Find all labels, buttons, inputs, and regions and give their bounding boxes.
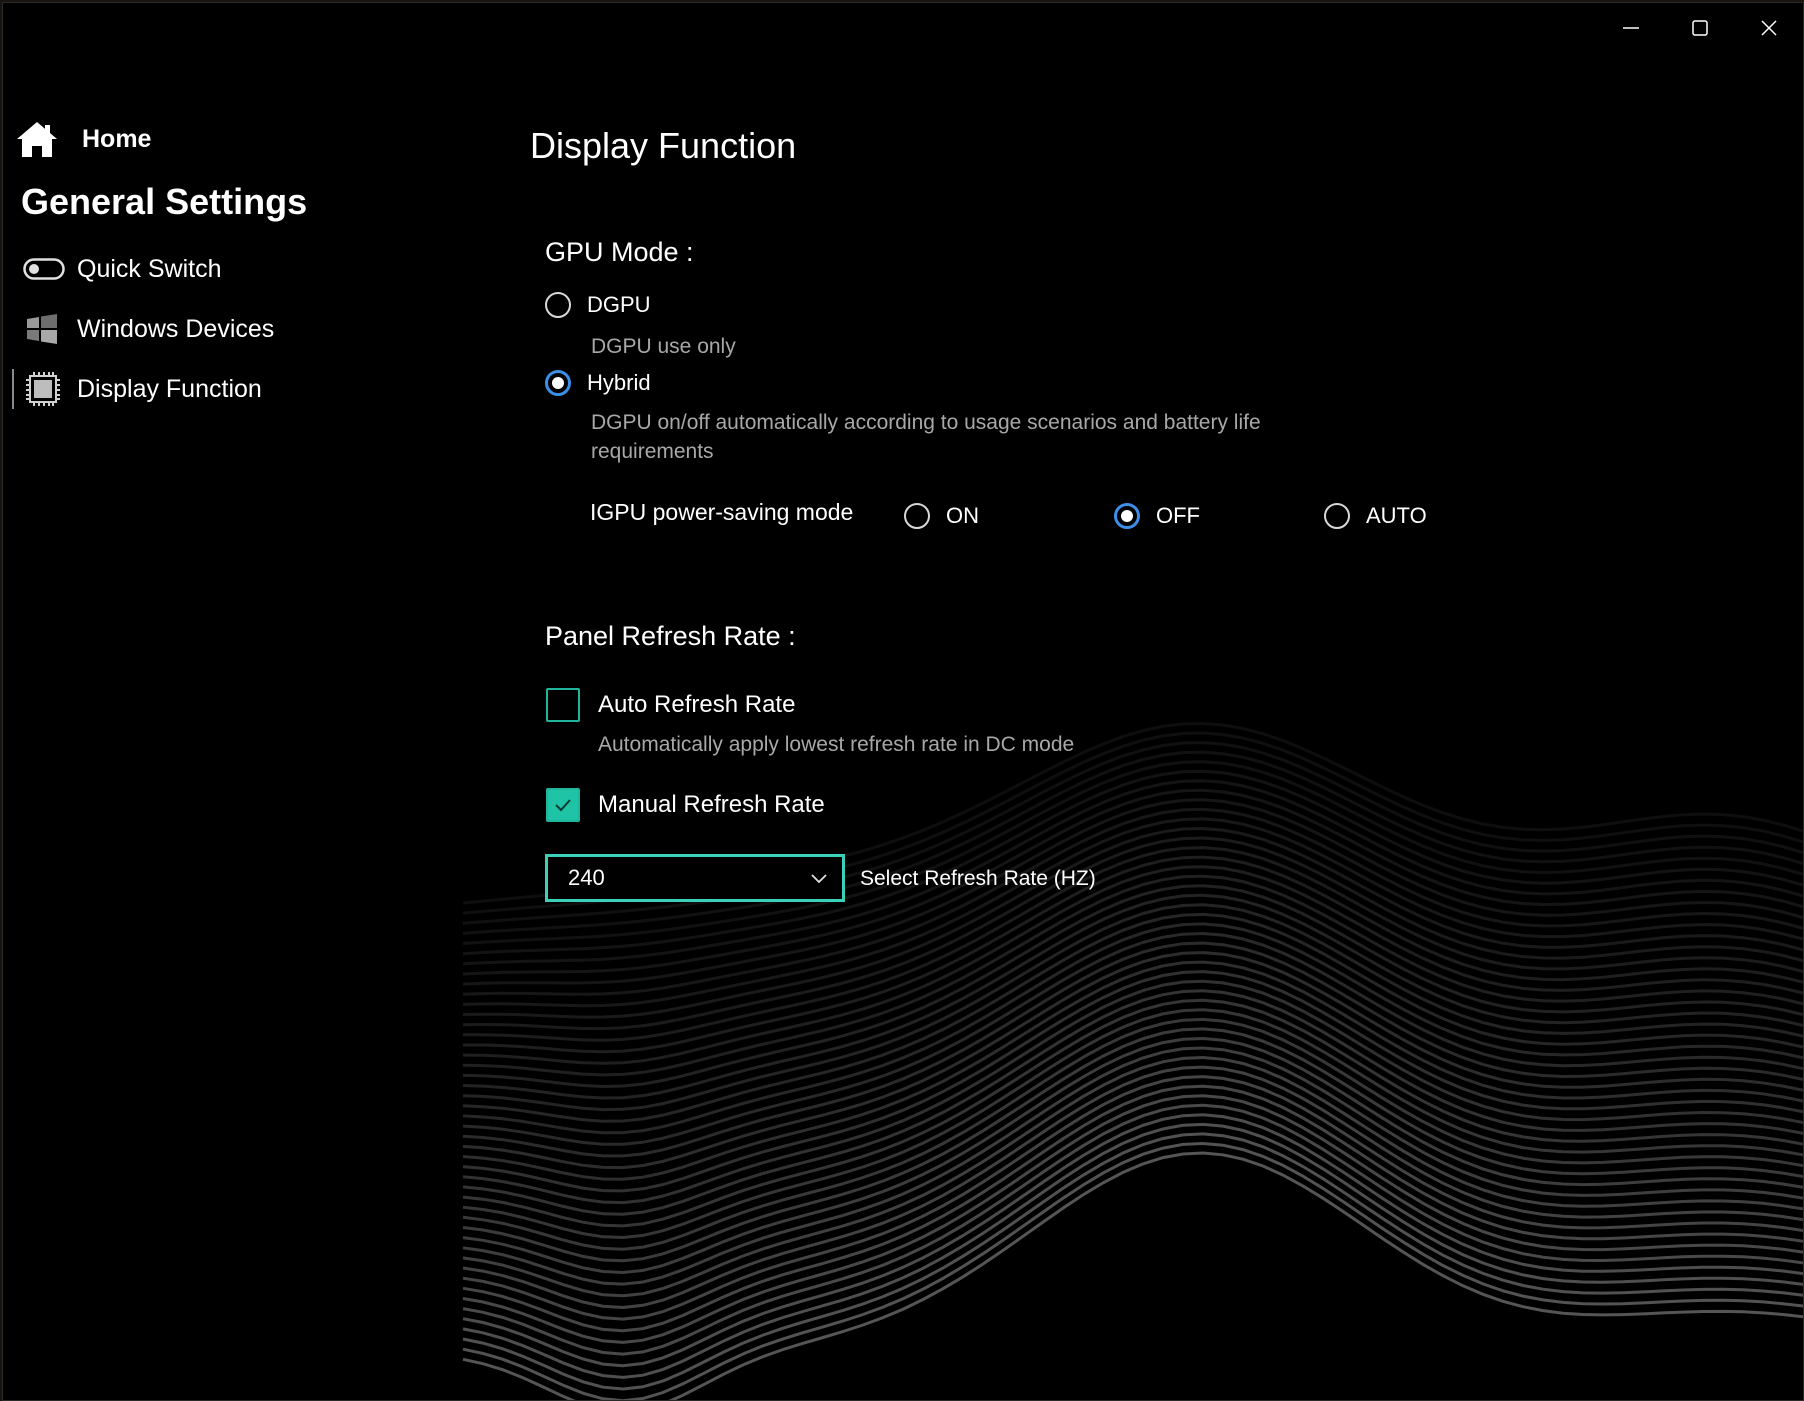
- refresh-rate-value: 240: [568, 865, 605, 890]
- hybrid-description: DGPU on/off automatically according to u…: [591, 408, 1261, 466]
- refresh-rate-select[interactable]: 240: [545, 854, 845, 902]
- radio-circle: [545, 292, 571, 318]
- app-window: Home General Settings Quick Switch Windo…: [2, 2, 1804, 1401]
- igpu-on-radio[interactable]: ON: [904, 503, 979, 529]
- page-title: Display Function: [530, 125, 797, 166]
- dgpu-label: DGPU: [587, 292, 651, 317]
- sidebar-item-label: Windows Devices: [77, 314, 275, 343]
- igpu-auto-radio[interactable]: AUTO: [1324, 503, 1427, 529]
- radio-circle: [1114, 503, 1140, 529]
- title-bar-controls: [1596, 3, 1803, 53]
- home-nav-item[interactable]: Home: [15, 119, 151, 159]
- home-label: Home: [82, 124, 152, 153]
- radio-circle: [904, 503, 930, 529]
- sidebar-item-label: Quick Switch: [77, 254, 222, 283]
- sidebar-item-quick-switch[interactable]: Quick Switch: [23, 251, 221, 287]
- radio-circle: [1324, 503, 1350, 529]
- close-button[interactable]: [1734, 3, 1803, 53]
- radio-circle: [545, 370, 571, 396]
- refresh-rate-select-label: Select Refresh Rate (HZ): [860, 867, 1096, 890]
- checkmark-icon: [555, 799, 571, 812]
- sidebar-item-windows-devices[interactable]: Windows Devices: [23, 311, 274, 347]
- sidebar-item-label: Display Function: [77, 374, 262, 403]
- auto-refresh-rate-description: Automatically apply lowest refresh rate …: [598, 733, 1075, 756]
- chevron-down-icon: [811, 874, 827, 884]
- gpu-mode-heading: GPU Mode :: [545, 237, 694, 267]
- windows-logo-icon: [23, 311, 69, 347]
- manual-refresh-rate-label: Manual Refresh Rate: [598, 791, 825, 818]
- minimize-icon: [1622, 27, 1639, 29]
- dgpu-radio[interactable]: DGPU: [545, 292, 651, 318]
- dgpu-description: DGPU use only: [591, 335, 736, 358]
- close-icon: [1760, 20, 1777, 36]
- minimize-button[interactable]: [1596, 3, 1665, 53]
- gpu-chip-icon: [23, 371, 69, 407]
- maximize-button[interactable]: [1665, 3, 1734, 53]
- toggle-switch-icon: [23, 251, 69, 287]
- checkbox-box: [546, 788, 580, 822]
- manual-refresh-rate-checkbox[interactable]: Manual Refresh Rate: [546, 788, 825, 822]
- igpu-off-label: OFF: [1156, 503, 1200, 528]
- igpu-auto-label: AUTO: [1366, 503, 1427, 528]
- home-icon: [17, 122, 57, 157]
- hybrid-description-line2: requirements: [591, 440, 714, 463]
- hybrid-label: Hybrid: [587, 370, 651, 395]
- sidebar-item-display-function[interactable]: Display Function: [23, 371, 262, 407]
- hybrid-radio[interactable]: Hybrid: [545, 370, 651, 396]
- auto-refresh-rate-checkbox[interactable]: Auto Refresh Rate: [546, 688, 795, 722]
- igpu-off-radio[interactable]: OFF: [1114, 503, 1200, 529]
- auto-refresh-rate-label: Auto Refresh Rate: [598, 691, 796, 718]
- igpu-on-label: ON: [946, 503, 979, 528]
- selected-indicator: [12, 369, 14, 409]
- panel-refresh-rate-heading: Panel Refresh Rate :: [545, 621, 796, 651]
- sidebar-section-title: General Settings: [21, 181, 308, 222]
- hybrid-description-line1: DGPU on/off automatically according to u…: [591, 411, 1261, 434]
- igpu-power-saving-label: IGPU power-saving mode: [590, 499, 854, 525]
- maximize-icon: [1691, 20, 1708, 36]
- checkbox-box: [546, 688, 580, 722]
